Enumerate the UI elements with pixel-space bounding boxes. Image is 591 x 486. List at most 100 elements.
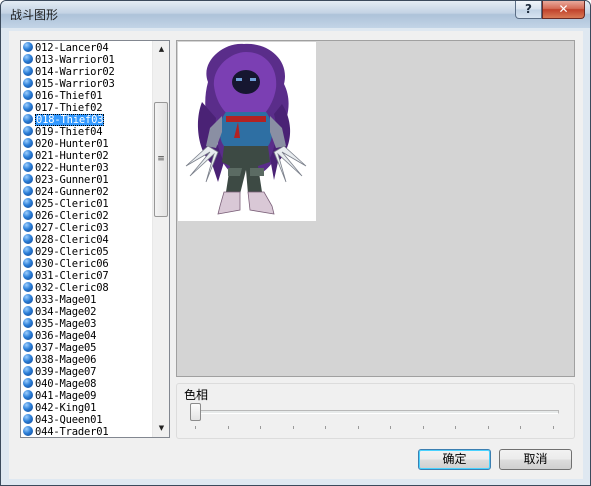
blue-orb-icon xyxy=(23,270,33,280)
blue-orb-icon xyxy=(23,234,33,244)
blue-orb-icon xyxy=(23,342,33,352)
list-item[interactable]: 037-Mage05 xyxy=(21,342,152,354)
cancel-button[interactable]: 取消 xyxy=(499,449,572,470)
battler-file-list[interactable]: 012-Lancer04 013-Warrior01 014-Warrior02 01… xyxy=(20,40,170,438)
blue-orb-icon xyxy=(23,426,33,436)
list-item[interactable]: 019-Thief04 xyxy=(21,126,152,138)
list-item-label: 022-Hunter03 xyxy=(35,162,109,174)
blue-orb-icon xyxy=(23,378,33,388)
blue-orb-icon xyxy=(23,222,33,232)
scroll-up-icon[interactable]: ▲ xyxy=(153,41,169,58)
list-item-label: 026-Cleric02 xyxy=(35,210,109,222)
blue-orb-icon xyxy=(23,366,33,376)
close-button[interactable]: ✕ xyxy=(542,1,585,19)
list-item[interactable]: 030-Cleric06 xyxy=(21,258,152,270)
title-bar[interactable]: 战斗图形 ? ✕ xyxy=(1,1,590,28)
list-item-label: 027-Cleric03 xyxy=(35,222,109,234)
list-item[interactable]: 029-Cleric05 xyxy=(21,246,152,258)
list-item[interactable]: 014-Warrior02 xyxy=(21,66,152,78)
help-button[interactable]: ? xyxy=(515,1,542,19)
list-item[interactable]: 034-Mage02 xyxy=(21,306,152,318)
blue-orb-icon xyxy=(23,150,33,160)
list-item[interactable]: 026-Cleric02 xyxy=(21,210,152,222)
slider-tick xyxy=(357,426,359,429)
list-item[interactable]: 018-Thief03 xyxy=(21,114,152,126)
list-item-label: 021-Hunter02 xyxy=(35,150,109,162)
hue-label: 色相 xyxy=(184,388,209,402)
blue-orb-icon xyxy=(23,198,33,208)
list-item[interactable]: 044-Trader01 xyxy=(21,426,152,437)
scroll-thumb[interactable]: ≡ xyxy=(154,102,168,217)
list-item-label: 024-Gunner02 xyxy=(35,186,109,198)
list-item[interactable]: 041-Mage09 xyxy=(21,390,152,402)
slider-tick xyxy=(227,426,229,429)
blue-orb-icon xyxy=(23,318,33,328)
list-item[interactable]: 031-Cleric07 xyxy=(21,270,152,282)
list-item[interactable]: 028-Cleric04 xyxy=(21,234,152,246)
window-title: 战斗图形 xyxy=(10,8,59,22)
list-item-label: 036-Mage04 xyxy=(35,330,97,342)
list-item-label: 033-Mage01 xyxy=(35,294,97,306)
blue-orb-icon xyxy=(23,414,33,424)
list-item-label: 019-Thief04 xyxy=(35,126,103,138)
blue-orb-icon xyxy=(23,246,33,256)
blue-orb-icon xyxy=(23,282,33,292)
blue-orb-icon xyxy=(23,54,33,64)
list-item-label: 032-Cleric08 xyxy=(35,282,109,294)
list-item[interactable]: 024-Gunner02 xyxy=(21,186,152,198)
hue-group: 色相 xyxy=(176,383,575,439)
list-item[interactable]: 036-Mage04 xyxy=(21,330,152,342)
battler-sprite xyxy=(178,42,316,221)
graphic-preview[interactable] xyxy=(176,40,575,377)
list-item[interactable]: 033-Mage01 xyxy=(21,294,152,306)
blue-orb-icon xyxy=(23,90,33,100)
list-item[interactable]: 040-Mage08 xyxy=(21,378,152,390)
list-item-label: 043-Queen01 xyxy=(35,414,103,426)
list-item[interactable]: 013-Warrior01 xyxy=(21,54,152,66)
thief-sprite-image xyxy=(185,43,307,215)
list-item[interactable]: 039-Mage07 xyxy=(21,366,152,378)
list-item-label: 034-Mage02 xyxy=(35,306,97,318)
list-item[interactable]: 021-Hunter02 xyxy=(21,150,152,162)
blue-orb-icon xyxy=(23,66,33,76)
list-item[interactable]: 022-Hunter03 xyxy=(21,162,152,174)
hue-slider-track[interactable] xyxy=(191,410,559,414)
list-item-label: 041-Mage09 xyxy=(35,390,97,402)
list-scrollbar[interactable]: ▲ ≡ ▼ xyxy=(152,41,169,437)
list-item[interactable]: 042-King01 xyxy=(21,402,152,414)
blue-orb-icon xyxy=(23,210,33,220)
list-item[interactable]: 017-Thief02 xyxy=(21,102,152,114)
list-items: 012-Lancer04 013-Warrior01 014-Warrior02 01… xyxy=(21,42,152,437)
list-item[interactable]: 032-Cleric08 xyxy=(21,282,152,294)
list-item-label: 029-Cleric05 xyxy=(35,246,109,258)
list-item[interactable]: 035-Mage03 xyxy=(21,318,152,330)
list-item-label: 028-Cleric04 xyxy=(35,234,109,246)
hue-slider-thumb[interactable] xyxy=(190,403,201,421)
list-item[interactable]: 043-Queen01 xyxy=(21,414,152,426)
list-item[interactable]: 012-Lancer04 xyxy=(21,42,152,54)
list-item[interactable]: 015-Warrior03 xyxy=(21,78,152,90)
list-item[interactable]: 025-Cleric01 xyxy=(21,198,152,210)
list-item-label: 018-Thief03 xyxy=(35,114,105,126)
list-item-label: 039-Mage07 xyxy=(35,366,97,378)
slider-tick xyxy=(325,426,326,429)
slider-tick xyxy=(455,426,456,429)
blue-orb-icon xyxy=(23,42,33,52)
list-item[interactable]: 020-Hunter01 xyxy=(21,138,152,150)
list-item[interactable]: 023-Gunner01 xyxy=(21,174,152,186)
list-item-label: 038-Mage06 xyxy=(35,354,97,366)
list-item[interactable]: 038-Mage06 xyxy=(21,354,152,366)
list-item-label: 013-Warrior01 xyxy=(35,54,115,66)
blue-orb-icon xyxy=(23,138,33,148)
blue-orb-icon xyxy=(23,294,33,304)
list-item[interactable]: 016-Thief01 xyxy=(21,90,152,102)
blue-orb-icon xyxy=(23,162,33,172)
list-item-label: 015-Warrior03 xyxy=(35,78,115,90)
list-item[interactable]: 027-Cleric03 xyxy=(21,222,152,234)
list-item-label: 012-Lancer04 xyxy=(35,42,109,54)
dialog-body: 012-Lancer04 013-Warrior01 014-Warrior02 01… xyxy=(9,31,583,479)
scroll-down-icon[interactable]: ▼ xyxy=(153,420,169,437)
list-item-label: 037-Mage05 xyxy=(35,342,97,354)
list-item-label: 014-Warrior02 xyxy=(35,66,115,78)
ok-button[interactable]: 确定 xyxy=(418,449,491,470)
